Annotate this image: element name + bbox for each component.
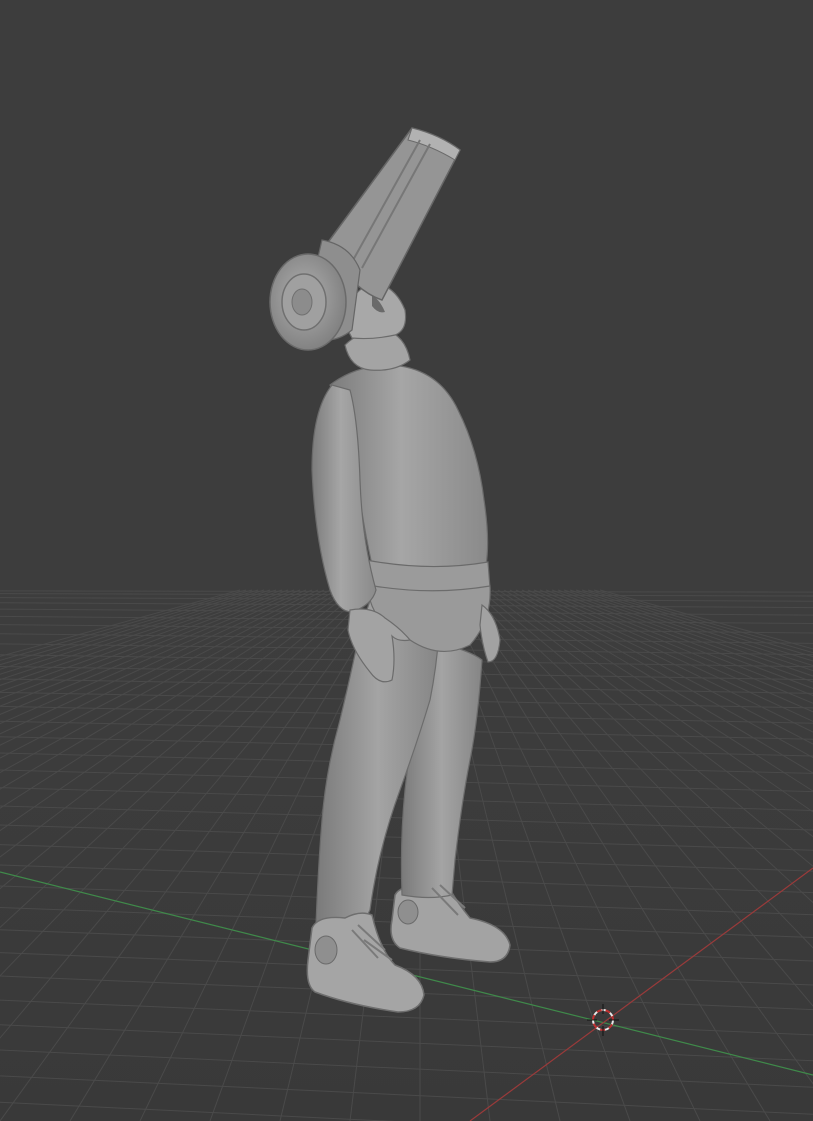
- 3d-viewport[interactable]: [0, 0, 813, 1121]
- chainsaw-disc-center: [291, 288, 313, 316]
- x-axis-line: [469, 867, 813, 1121]
- viewport-canvas[interactable]: [0, 0, 813, 1121]
- sculpted-figure-mesh[interactable]: [269, 127, 511, 1013]
- right-hand: [479, 603, 501, 663]
- right-sneaker-ankle-patch: [397, 899, 419, 925]
- left-sneaker-ankle-patch: [314, 935, 338, 965]
